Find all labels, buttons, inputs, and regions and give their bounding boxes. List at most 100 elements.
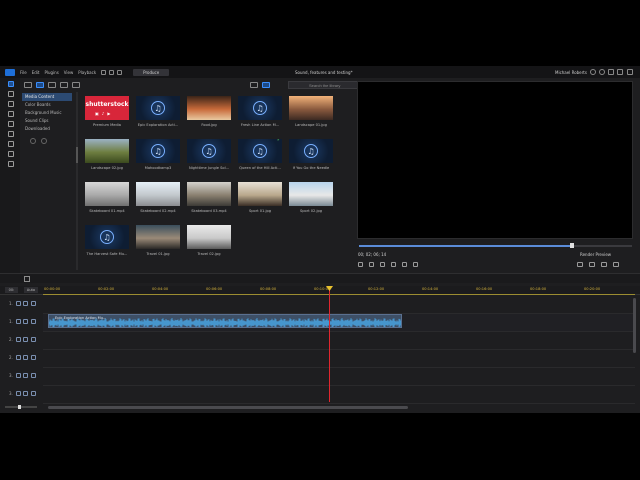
track-type-icon[interactable] — [16, 301, 21, 306]
import-icon[interactable] — [24, 82, 32, 88]
track-type-icon[interactable] — [16, 373, 21, 378]
track-lock-icon[interactable] — [31, 373, 36, 378]
close-icon[interactable] — [627, 69, 633, 75]
list-view-icon[interactable] — [250, 82, 258, 88]
preview-scrub-knob[interactable] — [570, 243, 574, 248]
timeline-horizontal-scrollbar[interactable] — [48, 406, 408, 409]
transition-room-icon[interactable] — [8, 111, 14, 117]
timeline-zoom-knob[interactable] — [18, 405, 21, 409]
media-room-icon[interactable] — [8, 81, 14, 87]
fx-room-icon[interactable] — [8, 91, 14, 97]
library-image-icon[interactable] — [60, 82, 68, 88]
media-tile[interactable]: ♫ Nighttime Jungle Sol... — [187, 139, 231, 173]
track-visible-icon[interactable] — [23, 319, 28, 324]
track-type-icon[interactable] — [16, 391, 21, 396]
snapshot-icon[interactable] — [589, 262, 595, 267]
category-media-content[interactable]: Media Content — [22, 93, 72, 101]
category-sound-clips[interactable]: Sound Clips — [22, 117, 72, 125]
pip-room-icon[interactable] — [8, 131, 14, 137]
volume-icon[interactable] — [413, 262, 418, 267]
media-tile[interactable]: Skateboard 01.mp4 — [85, 182, 129, 216]
stop-icon[interactable] — [369, 262, 374, 267]
timeline-view-button[interactable]: 00: — [5, 287, 18, 293]
3d-icon[interactable] — [577, 262, 583, 267]
track-visible-icon[interactable] — [23, 391, 28, 396]
track-row[interactable] — [43, 332, 635, 350]
track-type-icon[interactable] — [16, 319, 21, 324]
track-lock-icon[interactable] — [31, 337, 36, 342]
fullscreen-icon[interactable] — [613, 262, 619, 267]
library-audio-icon[interactable] — [72, 82, 80, 88]
preview-scrub-track[interactable] — [572, 245, 632, 247]
media-tile[interactable]: ♫ The Harvest Safe Mu... — [85, 225, 129, 259]
media-tile[interactable]: ♫ Fresh Line Action M... — [238, 96, 282, 130]
track-type-icon[interactable] — [16, 355, 21, 360]
render-preview-button[interactable]: Render Preview — [580, 252, 611, 257]
account-icon[interactable] — [590, 69, 596, 75]
track-row[interactable] — [43, 350, 635, 368]
user-name[interactable]: Michael Roberts — [555, 70, 587, 75]
media-tile[interactable]: Skateboard 03.mp4 — [187, 182, 231, 216]
media-tile[interactable]: Travel 01.jpg — [136, 225, 180, 259]
category-color-boards[interactable]: Color Boards — [22, 101, 72, 109]
undock-icon[interactable] — [601, 262, 607, 267]
timeline-playhead[interactable] — [329, 286, 330, 402]
category-downloaded[interactable]: Downloaded — [22, 125, 72, 133]
fast-forward-icon[interactable] — [402, 262, 407, 267]
media-tile[interactable]: Sport 02.jpg — [289, 182, 333, 216]
media-tile[interactable]: Landscape 01.jpg — [289, 96, 333, 130]
preview-window[interactable] — [357, 81, 633, 239]
track-lock-icon[interactable] — [31, 391, 36, 396]
panel-divider[interactable] — [76, 92, 78, 270]
help-icon[interactable] — [599, 69, 605, 75]
track-visible-icon[interactable] — [23, 301, 28, 306]
undo-icon[interactable] — [109, 69, 115, 75]
edit-tools-icon[interactable] — [24, 276, 30, 282]
audio-mixing-icon[interactable] — [8, 151, 14, 157]
title-room-icon[interactable] — [8, 101, 14, 107]
media-tile[interactable]: ♫ If You Go the Needle — [289, 139, 333, 173]
media-tile[interactable]: ♫ Mahoodkamp3 — [136, 139, 180, 173]
subtitle-room-icon[interactable] — [8, 161, 14, 167]
track-visible-icon[interactable] — [23, 373, 28, 378]
track-lock-icon[interactable] — [31, 355, 36, 360]
effect-room-icon[interactable] — [8, 121, 14, 127]
media-tile[interactable]: Sport 01.jpg — [238, 182, 282, 216]
add-tag-icon[interactable] — [30, 138, 36, 144]
media-tile[interactable]: Landscape 02.jpg — [85, 139, 129, 173]
menu-view[interactable]: View — [64, 70, 74, 75]
library-search-input[interactable] — [288, 81, 366, 89]
maximize-icon[interactable] — [617, 69, 623, 75]
track-lock-icon[interactable] — [31, 319, 36, 324]
redo-icon[interactable] — [117, 69, 123, 75]
next-frame-icon[interactable] — [391, 262, 396, 267]
produce-button[interactable]: Produce — [133, 68, 170, 76]
track-row[interactable] — [43, 368, 635, 386]
track-visible-icon[interactable] — [23, 355, 28, 360]
media-tile[interactable]: Skateboard 02.mp4 — [136, 182, 180, 216]
particle-room-icon[interactable] — [8, 141, 14, 147]
timeline-zoom-slider[interactable] — [5, 406, 37, 408]
grid-view-icon[interactable] — [262, 82, 270, 88]
remove-tag-icon[interactable] — [41, 138, 47, 144]
preview-timecode[interactable]: 00; 02; 06; 14 — [358, 252, 386, 257]
track-visible-icon[interactable] — [23, 337, 28, 342]
divider-handle[interactable] — [76, 147, 78, 163]
media-tile[interactable]: shutterstock ▣♪▶ Premium Media — [85, 96, 129, 130]
menu-plugins[interactable]: Plugins — [44, 70, 58, 75]
library-video-icon[interactable] — [48, 82, 56, 88]
media-tile[interactable]: ♫ Epic Exploration Acti... — [136, 96, 180, 130]
menu-playback[interactable]: Playback — [78, 70, 96, 75]
minimize-icon[interactable] — [608, 69, 614, 75]
media-tile[interactable]: ♫ ✓ Queen of the Hill Acti... — [238, 139, 282, 173]
timeline-zoom-auto-button[interactable]: Auto — [24, 287, 38, 293]
preview-scrub-progress[interactable] — [359, 245, 572, 247]
track-row[interactable] — [43, 386, 635, 404]
track-type-icon[interactable] — [16, 337, 21, 342]
media-tile[interactable]: Travel 02.jpg — [187, 225, 231, 259]
track-lock-icon[interactable] — [31, 301, 36, 306]
media-tile[interactable]: Food.jpg — [187, 96, 231, 130]
category-background-music[interactable]: Background Music — [22, 109, 72, 117]
previous-frame-icon[interactable] — [380, 262, 385, 267]
track-row[interactable] — [43, 296, 635, 314]
